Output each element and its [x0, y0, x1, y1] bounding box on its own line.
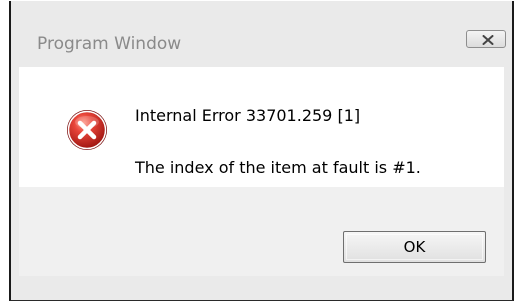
error-title-text: Internal Error 33701.259 [1]	[135, 106, 361, 125]
error-icon	[67, 110, 107, 150]
window-title: Program Window	[37, 34, 182, 54]
close-button[interactable]	[466, 30, 506, 48]
error-detail-text: The index of the item at fault is #1.	[135, 158, 421, 177]
close-icon	[482, 35, 494, 45]
title-bar: Program Window	[11, 1, 512, 54]
ok-button[interactable]: OK	[343, 231, 486, 263]
